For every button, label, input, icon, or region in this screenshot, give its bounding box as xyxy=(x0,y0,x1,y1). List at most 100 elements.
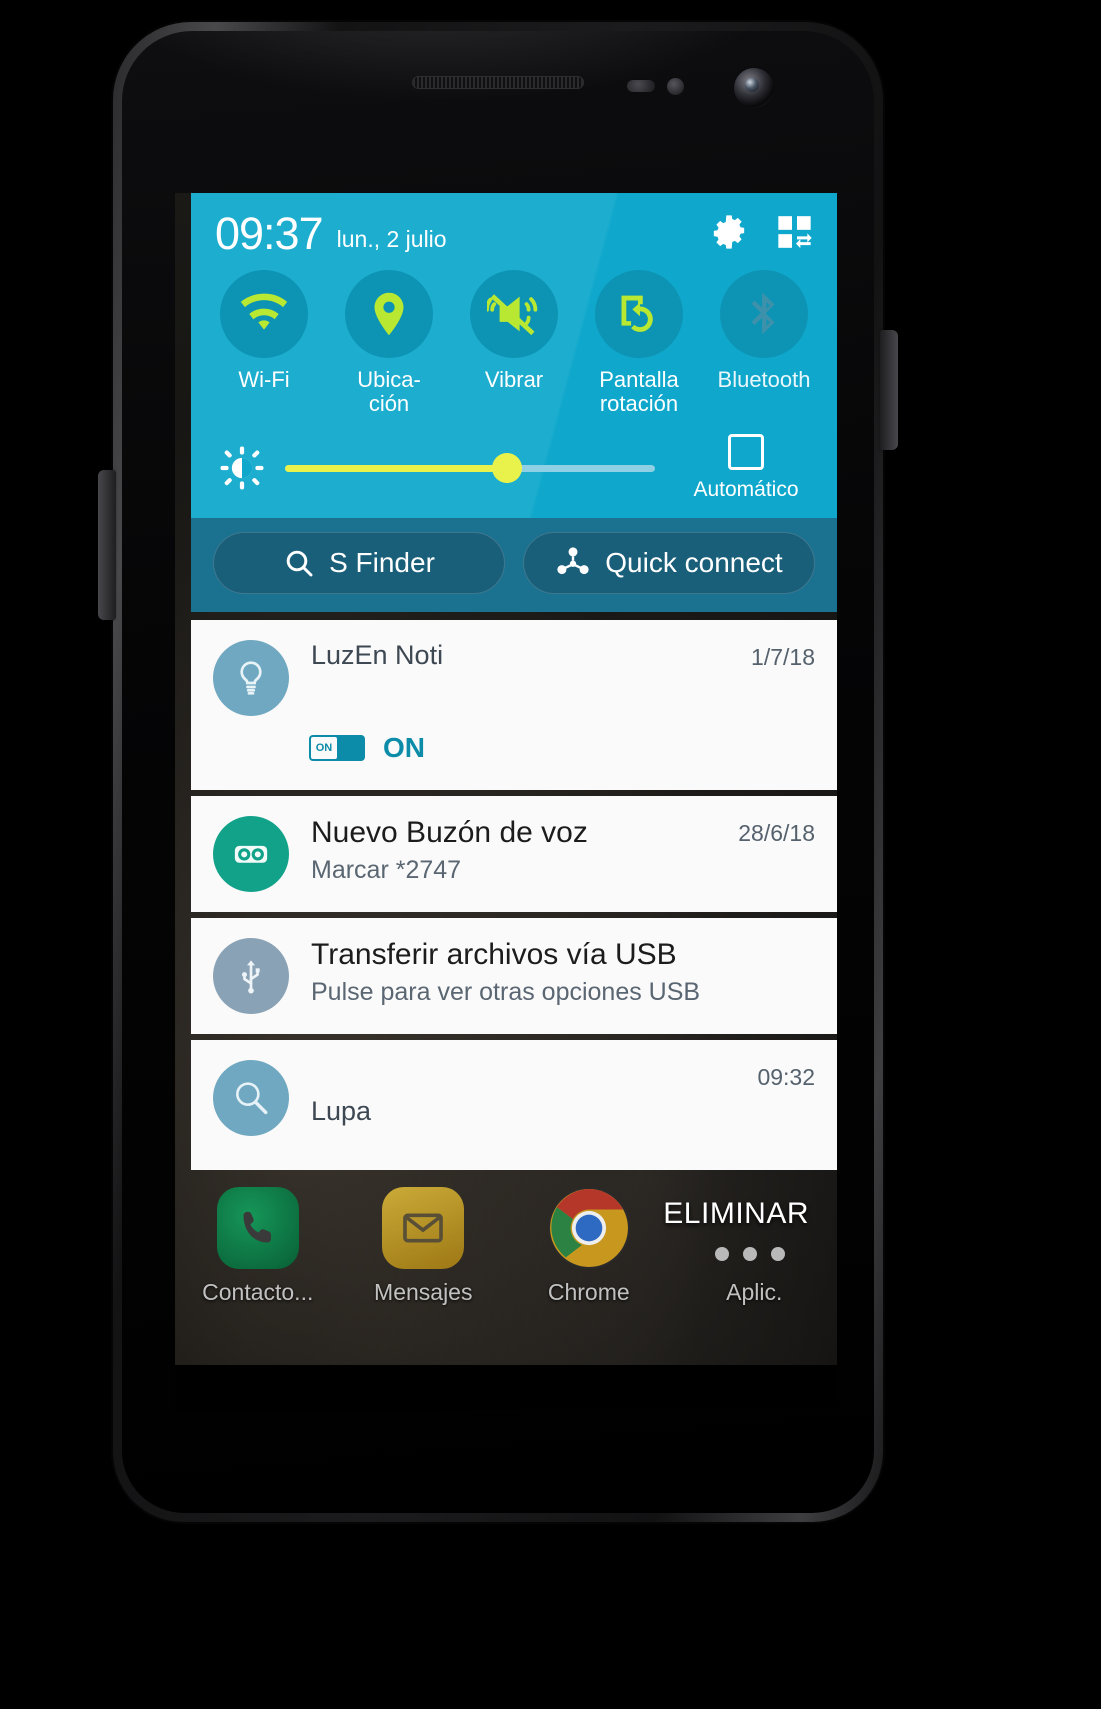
notification-card[interactable]: Nuevo Buzón de voz Marcar *2747 28/6/18 xyxy=(191,796,837,913)
light-sensor-icon xyxy=(667,78,684,95)
auto-brightness-group[interactable]: Automático xyxy=(677,434,815,502)
toggle-location-circle xyxy=(345,270,433,358)
apps-grid-icon xyxy=(713,1187,795,1269)
chrome-icon xyxy=(547,1187,630,1269)
notification-row: Lupa 09:32 xyxy=(191,1040,837,1170)
earpiece-speaker xyxy=(412,76,584,89)
clock: 09:37 xyxy=(215,208,324,259)
brightness-thumb[interactable] xyxy=(492,453,522,484)
toggle-location-label-line1: Ubica- xyxy=(357,367,421,392)
toggle-vibrate-circle xyxy=(470,270,558,358)
toggle-screen-rotation[interactable]: Pantalla rotación xyxy=(580,270,698,416)
dock-item-contacts[interactable]: Contacto... xyxy=(190,1187,326,1306)
notification-list: LuzEn Noti 1/7/18 ON ON Nuevo Buzón de v… xyxy=(191,620,837,1176)
notification-card[interactable]: Lupa 09:32 xyxy=(191,1040,837,1171)
notification-row: Transferir archivos vía USB Pulse para v… xyxy=(191,918,837,1034)
toggle-rotation-label-line2: rotación xyxy=(599,391,679,417)
notification-title: Nuevo Buzón de voz xyxy=(311,816,588,850)
volume-button[interactable] xyxy=(98,470,116,620)
screenshot-root: 09:37 lun., 2 julio Wi-Fi Ubica- ción Vi… xyxy=(0,0,1101,1709)
dock-item-apps[interactable]: Aplic. xyxy=(686,1187,822,1306)
dock-label: Chrome xyxy=(547,1279,630,1305)
front-camera-icon xyxy=(734,68,774,108)
toggle-location[interactable]: Ubica- ción xyxy=(330,270,448,416)
search-icon xyxy=(286,551,313,577)
notification-card[interactable]: Transferir archivos vía USB Pulse para v… xyxy=(191,918,837,1035)
brightness-row: Automático xyxy=(191,416,837,508)
toggle-bluetooth-circle xyxy=(720,270,808,358)
notification-time: 09:32 xyxy=(757,1064,815,1091)
usb-icon xyxy=(213,938,289,1015)
location-pin-icon xyxy=(374,292,404,336)
toggle-screen-rotation-label: Pantalla rotación xyxy=(599,367,679,417)
luz-toggle-switch[interactable]: ON xyxy=(309,735,365,762)
notification-time: 28/6/18 xyxy=(738,820,815,847)
luz-toggle-knob: ON xyxy=(310,736,338,761)
s-finder-label: S Finder xyxy=(329,547,435,579)
power-button[interactable] xyxy=(880,330,898,450)
toggle-wifi-label: Wi-Fi xyxy=(238,367,290,392)
mail-icon xyxy=(382,1187,465,1269)
dock-label: Contacto... xyxy=(202,1279,314,1305)
dock-label: Mensajes xyxy=(374,1279,473,1305)
notification-row: LuzEn Noti 1/7/18 xyxy=(191,620,837,736)
notification-title: LuzEn Noti xyxy=(311,640,444,671)
dock-item-chrome[interactable]: Chrome xyxy=(521,1187,657,1306)
vibrate-mute-icon xyxy=(487,294,538,336)
wifi-icon xyxy=(240,293,288,330)
notification-action-row[interactable]: ON ON xyxy=(191,732,837,790)
notification-subtitle: Pulse para ver otras opciones USB xyxy=(311,977,701,1006)
dock-items: Contacto... Mensajes Chrome Aplic. xyxy=(175,1175,837,1306)
notification-text: Nuevo Buzón de voz Marcar *2747 xyxy=(289,816,728,885)
notification-row: Nuevo Buzón de voz Marcar *2747 28/6/18 xyxy=(191,796,837,912)
notification-card[interactable]: LuzEn Noti 1/7/18 ON ON xyxy=(191,620,837,791)
toggle-vibrate[interactable]: Vibrar xyxy=(455,270,573,416)
home-dock: ELIMINAR Contacto... Mensajes Chrome Apl… xyxy=(175,1175,837,1365)
quick-connect-label: Quick connect xyxy=(605,547,783,579)
dock-label: Aplic. xyxy=(726,1279,783,1305)
voicemail-icon xyxy=(213,816,289,893)
notification-subtitle: Marcar *2747 xyxy=(311,855,462,884)
notification-text: Transferir archivos vía USB Pulse para v… xyxy=(289,938,805,1007)
toggle-location-label: Ubica- ción xyxy=(357,367,421,417)
screen-bottom-fill xyxy=(175,1365,837,1410)
phone-icon xyxy=(216,1187,299,1269)
toggle-vibrate-label: Vibrar xyxy=(484,367,544,392)
brightness-slider[interactable] xyxy=(285,451,655,485)
brightness-sun-icon xyxy=(215,445,269,491)
toggle-wifi[interactable]: Wi-Fi xyxy=(205,270,323,416)
gear-icon[interactable] xyxy=(709,212,749,252)
toggle-wifi-circle xyxy=(220,270,308,358)
dock-item-messages[interactable]: Mensajes xyxy=(355,1187,491,1306)
toggle-screen-rotation-circle xyxy=(595,270,683,358)
quick-connect-button[interactable]: Quick connect xyxy=(523,532,815,595)
date-label: lun., 2 julio xyxy=(336,226,447,252)
lightbulb-icon xyxy=(213,640,289,717)
status-action-icons xyxy=(709,212,815,252)
notification-text: LuzEn Noti xyxy=(289,640,741,670)
toggle-bluetooth[interactable]: Bluetooth xyxy=(705,270,823,416)
phone-screen: 09:37 lun., 2 julio Wi-Fi Ubica- ción Vi… xyxy=(175,193,837,1365)
auto-brightness-label: Automático xyxy=(693,478,799,502)
proximity-sensor-icon xyxy=(627,80,655,92)
quick-toggle-row: Wi-Fi Ubica- ción Vibrar Pantalla rotaci… xyxy=(191,260,837,416)
bluetooth-icon xyxy=(751,292,775,335)
toggle-rotation-label-line1: Pantalla xyxy=(599,367,679,392)
toggle-bluetooth-label: Bluetooth xyxy=(717,367,811,392)
notification-title: Transferir archivos vía USB xyxy=(311,938,677,972)
shortcut-row: S Finder Quick connect xyxy=(191,518,837,613)
notification-time: 1/7/18 xyxy=(751,644,815,671)
auto-brightness-checkbox[interactable] xyxy=(728,434,764,471)
luz-toggle-state-label: ON xyxy=(383,732,425,764)
brightness-track-fill xyxy=(285,464,507,472)
quick-settings-panel: 09:37 lun., 2 julio Wi-Fi Ubica- ción Vi… xyxy=(191,193,837,519)
screen-rotation-icon xyxy=(621,295,653,332)
magnifier-icon xyxy=(213,1060,289,1137)
status-row: 09:37 lun., 2 julio xyxy=(191,193,837,260)
quick-connect-icon xyxy=(557,547,589,575)
notification-title: Lupa xyxy=(311,1096,372,1127)
notification-text: Lupa xyxy=(289,1060,747,1126)
s-finder-button[interactable]: S Finder xyxy=(213,532,505,595)
quick-settings-grid-icon[interactable] xyxy=(775,212,815,252)
toggle-location-label-line2: ción xyxy=(368,391,410,417)
